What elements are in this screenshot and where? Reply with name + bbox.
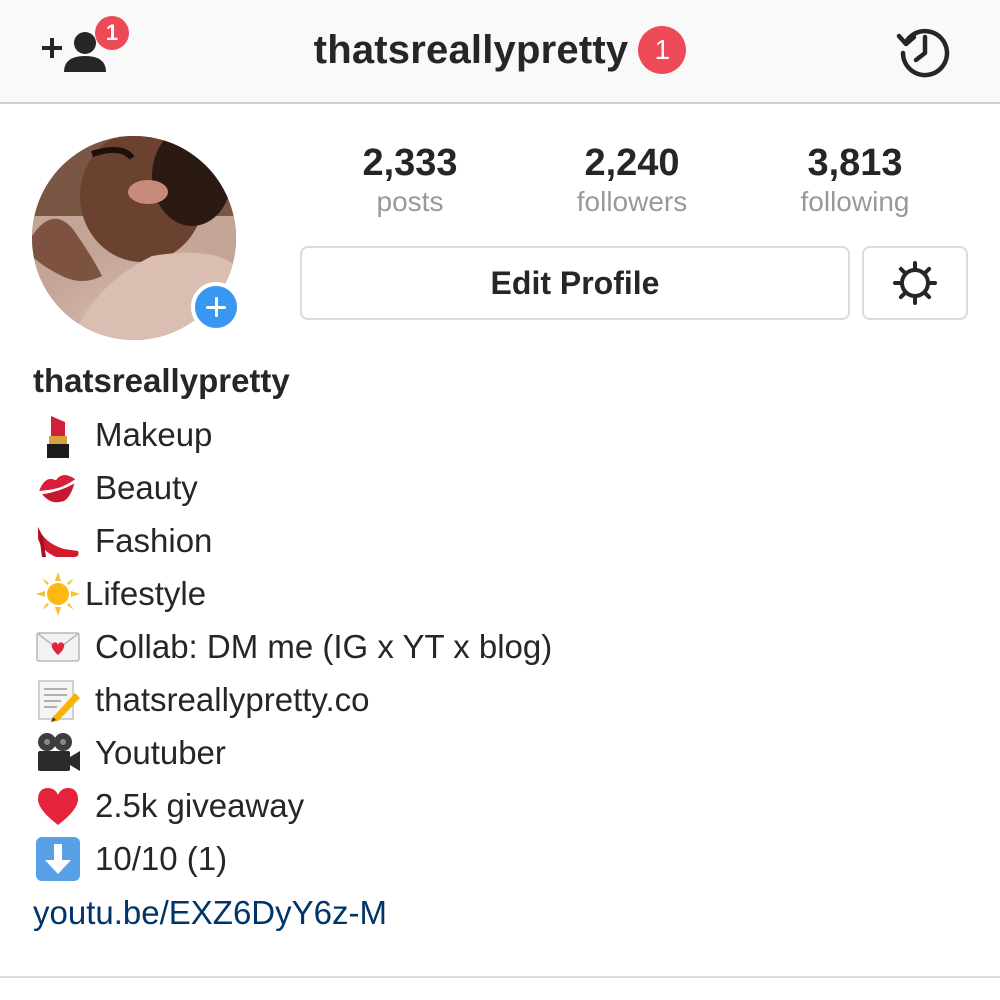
top-nav-bar: 1 thatsreallypretty 1 [0,0,1000,104]
divider [0,976,1000,978]
posts-count[interactable]: 2,333 posts [320,140,500,218]
bio-line: Collab: DM me (IG x YT x blog) [33,620,973,673]
add-story-button[interactable] [191,282,241,332]
following-count[interactable]: 3,813 following [765,140,945,218]
down-arrow-icon [33,834,83,884]
bio-line-text: Fashion [95,521,213,559]
bio-line: Fashion [33,514,973,567]
gear-icon [893,261,937,305]
followers-label: followers [576,186,688,217]
lipstick-icon [33,410,83,460]
page-title: thatsreallypretty [313,27,629,72]
bio-line-text: Youtuber [95,733,226,771]
settings-button[interactable] [862,246,968,320]
bio-line-text: 10/10 (1) [95,839,228,877]
memo-icon [33,675,83,725]
bio-line-text: Beauty [95,468,198,506]
love-letter-icon [33,622,83,672]
bio-line-text: Lifestyle [85,574,207,612]
followers-count[interactable]: 2,240 followers [542,140,722,218]
edit-profile-button[interactable]: Edit Profile [300,246,850,320]
bio-line: Beauty [33,461,973,514]
bio-line-text: 2.5k giveaway [95,786,305,824]
movie-camera-icon [33,728,83,778]
red-heart-icon [33,781,83,831]
history-clock-icon [896,28,950,78]
archive-button[interactable] [894,20,956,82]
bio-section: Makeup Beauty Fashion Lifestyle Collab: … [33,408,973,885]
account-badge: 1 [638,26,687,74]
bio-line: Lifestyle [33,567,973,620]
posts-value: 2,333 [362,142,458,184]
following-value: 3,813 [807,142,903,184]
bio-line: Youtuber [33,726,973,779]
account-switcher[interactable]: thatsreallypretty 1 [0,0,1000,100]
posts-label: posts [376,186,444,217]
high-heel-icon [33,516,83,566]
bio-username: thatsreallypretty [33,362,290,399]
bio-line: thatsreallypretty.co [33,673,973,726]
bio-line: Makeup [33,408,973,461]
following-label: following [800,186,910,217]
kiss-mark-icon [33,463,83,513]
bio-line-text: Makeup [95,415,213,453]
followers-value: 2,240 [584,142,680,184]
bio-line-text: thatsreallypretty.co [95,680,370,718]
bio-website-link[interactable]: youtu.be/EXZ6DyY6z-M [33,886,387,939]
sun-icon [33,569,83,619]
bio-line: 2.5k giveaway [33,779,973,832]
bio-line: 10/10 (1) [33,832,973,885]
bio-line-text: Collab: DM me (IG x YT x blog) [95,627,553,665]
